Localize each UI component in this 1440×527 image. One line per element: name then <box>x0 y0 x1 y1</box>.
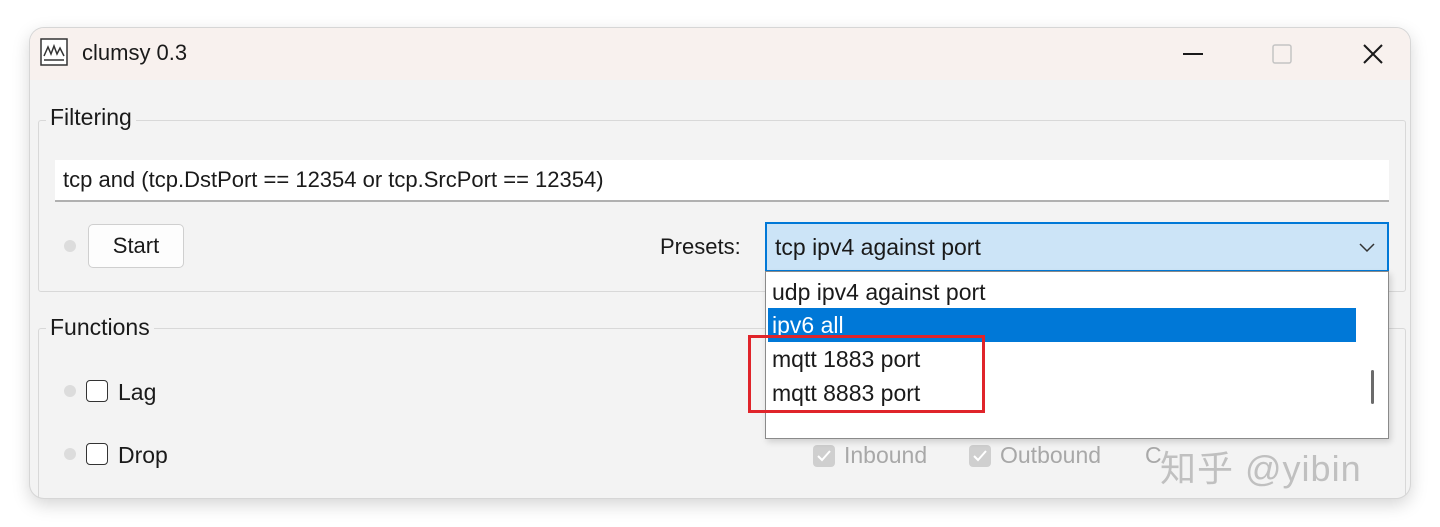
outbound-checkbox[interactable] <box>969 445 991 467</box>
preset-option[interactable]: udp ipv4 against port <box>768 275 1356 309</box>
drop-checkbox-row[interactable]: Drop <box>86 439 206 469</box>
drop-status-led <box>64 448 76 460</box>
status-led <box>64 240 76 252</box>
drop-checkbox[interactable] <box>86 443 108 465</box>
filter-input[interactable] <box>55 160 1389 202</box>
inbound-label: Inbound <box>844 442 928 468</box>
maximize-icon <box>1272 44 1292 64</box>
lag-label: Lag <box>118 379 157 405</box>
inbound-checkbox[interactable] <box>813 445 835 467</box>
watermark-text: 知乎 @yibin <box>1160 448 1362 489</box>
outbound-label: Outbound <box>1000 442 1102 468</box>
close-button[interactable] <box>1343 34 1403 74</box>
checkmark-icon <box>817 450 831 462</box>
minimize-button[interactable] <box>1163 34 1223 74</box>
presets-combobox[interactable]: tcp ipv4 against port <box>765 222 1389 272</box>
app-window: clumsy 0.3 Filtering Start Presets: tcp … <box>30 28 1410 498</box>
drop-label: Drop <box>118 442 168 468</box>
dropdown-scrollbar-thumb[interactable] <box>1371 370 1374 404</box>
lag-status-led <box>64 385 76 397</box>
maximize-button[interactable] <box>1252 34 1312 74</box>
title-bar[interactable]: clumsy 0.3 <box>30 28 1410 80</box>
start-button[interactable]: Start <box>88 224 184 268</box>
close-icon <box>1363 44 1383 64</box>
presets-label: Presets: <box>660 234 741 259</box>
waveform-app-icon <box>40 38 68 66</box>
chevron-down-icon <box>1359 240 1375 258</box>
minimize-icon <box>1183 53 1203 55</box>
presets-selected-value: tcp ipv4 against port <box>775 234 981 260</box>
window-title: clumsy 0.3 <box>82 40 188 65</box>
annotation-highlight-box <box>748 335 985 413</box>
filtering-group-label: Filtering <box>46 104 136 131</box>
lag-checkbox[interactable] <box>86 380 108 402</box>
functions-group-label: Functions <box>46 314 154 341</box>
checkmark-icon <box>973 450 987 462</box>
lag-checkbox-row[interactable]: Lag <box>86 376 206 406</box>
